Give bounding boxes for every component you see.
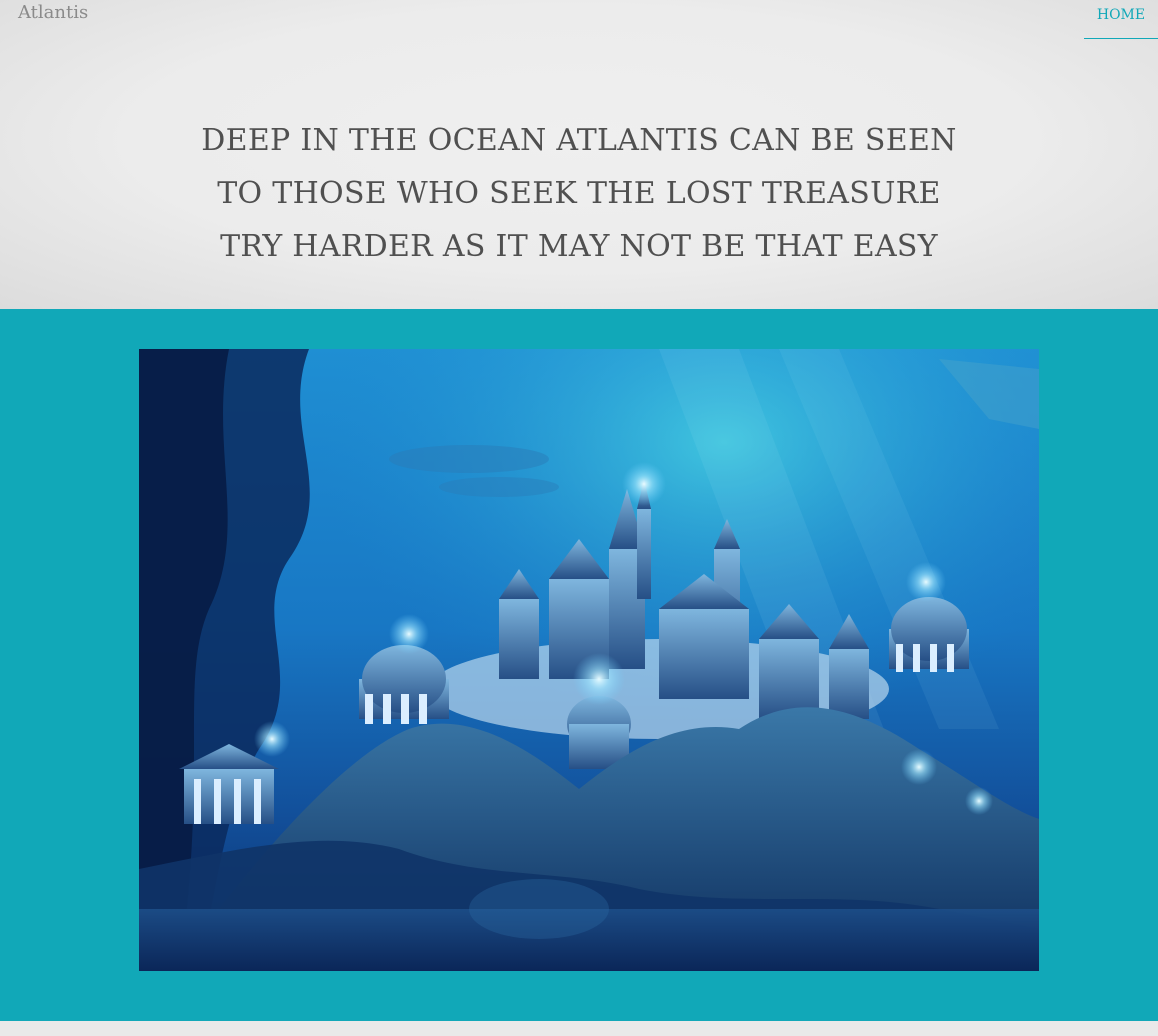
hero-line-1: DEEP IN THE OCEAN ATLANTIS CAN BE SEEN: [201, 123, 957, 158]
footer-strip: [0, 1021, 1158, 1036]
image-section: [0, 309, 1158, 1021]
top-header: Atlantis HOME DEEP IN THE OCEAN ATLANTIS…: [0, 0, 1158, 309]
hero-line-3: TRY HARDER AS IT MAY NOT BE THAT EASY: [220, 229, 938, 264]
hero-heading: DEEP IN THE OCEAN ATLANTIS CAN BE SEEN T…: [0, 114, 1158, 273]
brand-logo-link[interactable]: Atlantis: [18, 2, 88, 23]
atlantis-illustration: [139, 349, 1039, 971]
hero-line-2: TO THOSE WHO SEEK THE LOST TREASURE: [217, 176, 941, 211]
nav-home-link[interactable]: HOME: [1084, 0, 1158, 39]
